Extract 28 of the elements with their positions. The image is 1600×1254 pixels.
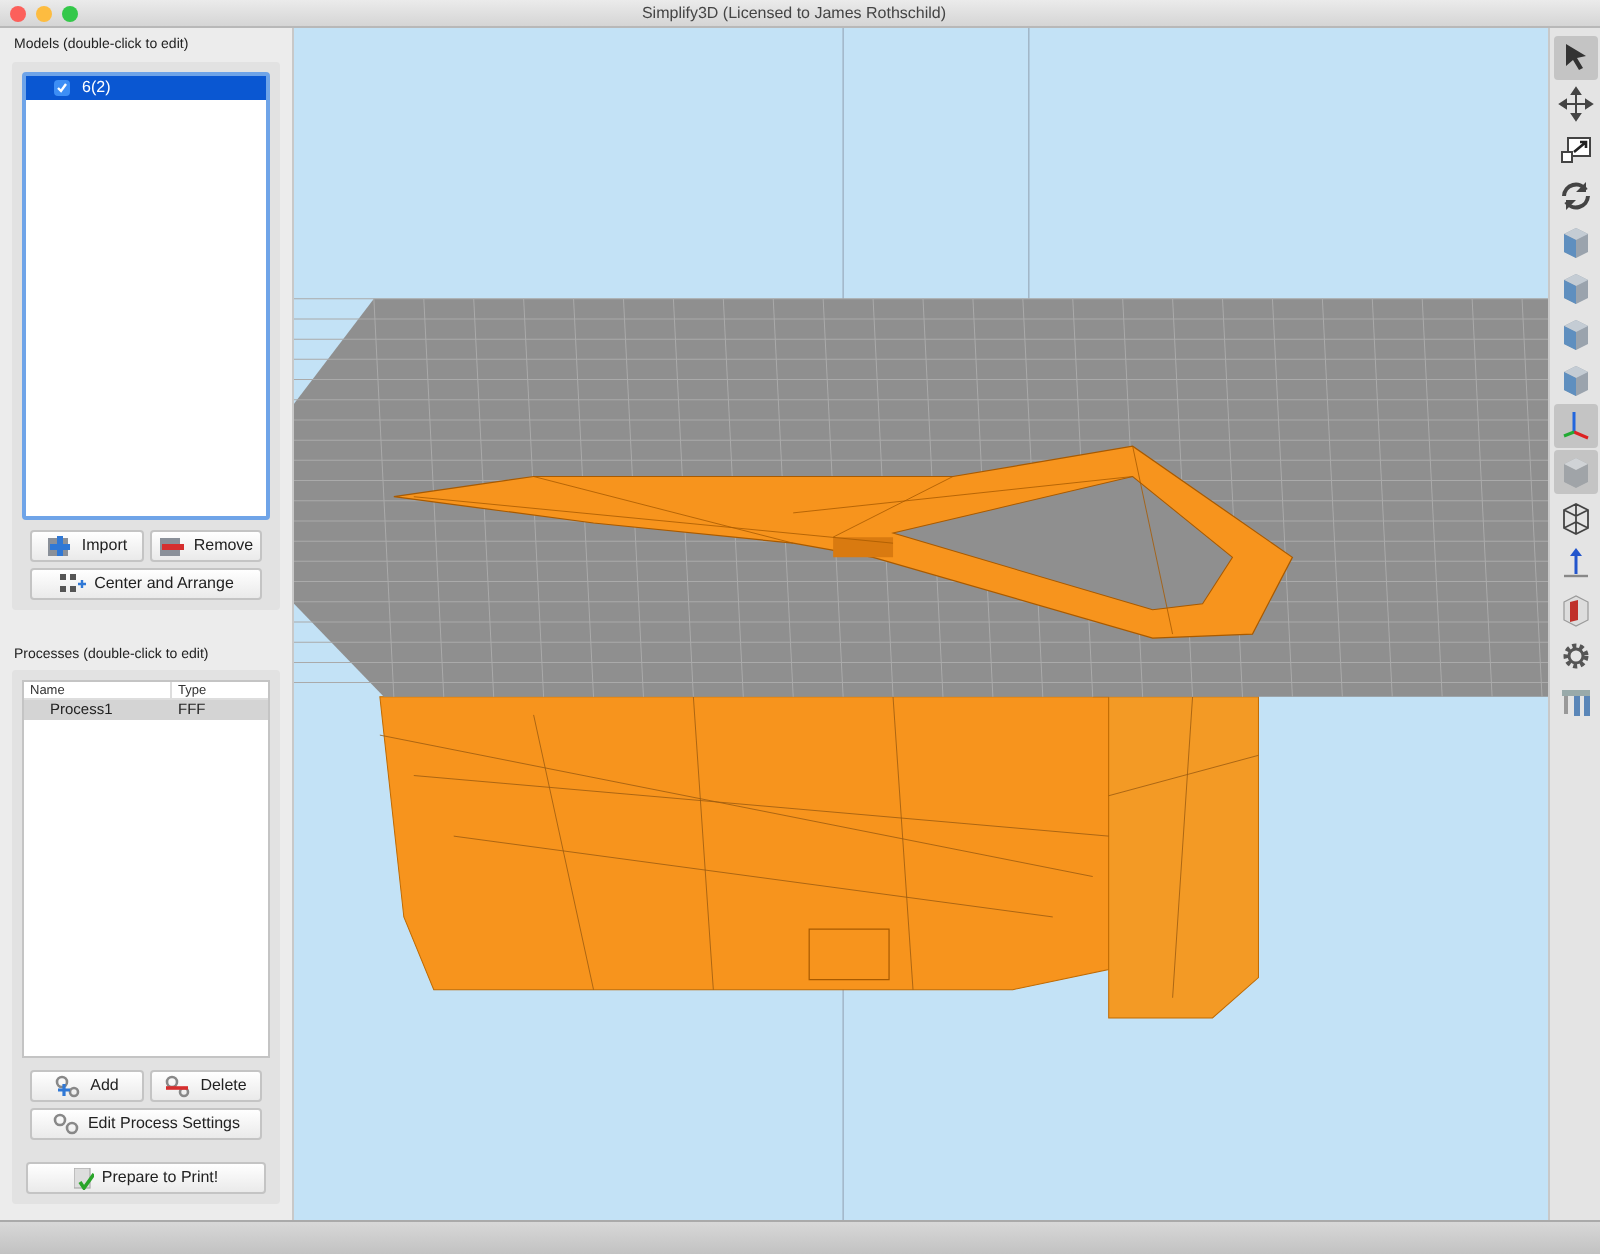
toolbar-button[interactable]	[1553, 82, 1597, 126]
document-check-icon	[73, 1167, 94, 1189]
delete-button[interactable]: Delete	[149, 1070, 262, 1102]
toolbar-button[interactable]	[1553, 36, 1597, 80]
close-icon[interactable]	[10, 5, 26, 21]
model-item[interactable]: 6(2)	[26, 75, 266, 99]
gears-icon	[51, 1112, 80, 1136]
gears-plus-icon	[54, 1074, 83, 1098]
arrange-button[interactable]: Center and Arrange	[30, 567, 262, 599]
gears-minus-icon	[164, 1074, 193, 1098]
rotate-icon	[1557, 178, 1593, 214]
checkbox[interactable]	[54, 79, 70, 95]
remove-button[interactable]: Remove	[149, 529, 262, 561]
import-button[interactable]: Import	[30, 529, 143, 561]
model-name: 6(2)	[82, 75, 111, 99]
scale-icon	[1557, 132, 1593, 168]
cube-minus-icon	[157, 533, 186, 557]
cube-plus-icon	[45, 533, 74, 557]
grid-icon	[58, 571, 87, 595]
move-icon	[1557, 86, 1593, 122]
checkmark-icon	[56, 81, 68, 93]
prepare-to-print-button[interactable]: Prepare to Print!	[26, 1162, 266, 1194]
wireframe-cube-icon	[1557, 500, 1593, 536]
supports-icon	[1557, 684, 1593, 720]
settings-button[interactable]: Edit Process Settings	[30, 1108, 262, 1140]
cross-section-icon	[1557, 592, 1593, 628]
window-title: Simplify3D (Licensed to James Rothschild)	[641, 1, 947, 25]
add-button[interactable]: Add	[30, 1070, 143, 1102]
